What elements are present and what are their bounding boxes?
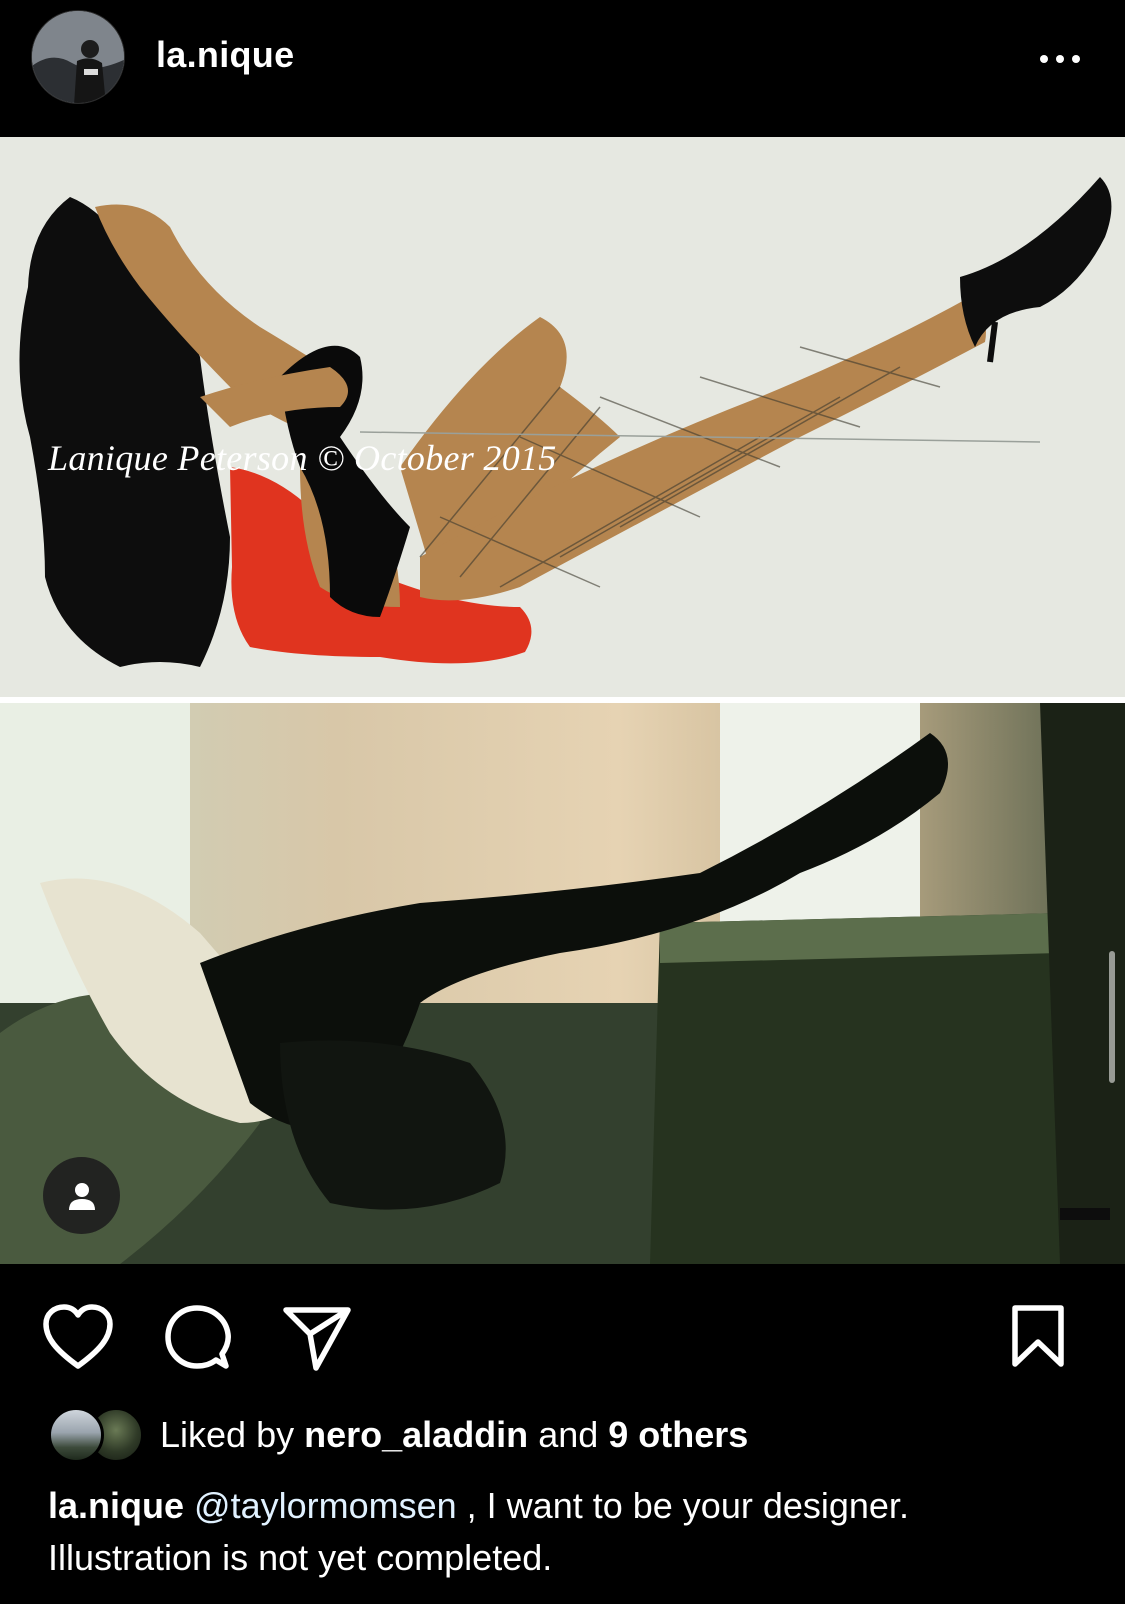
tagged-people-button[interactable] (43, 1157, 120, 1234)
person-icon (69, 1183, 95, 1210)
liker-avatars (48, 1407, 144, 1463)
bookmark-icon (1012, 1305, 1064, 1367)
post-header: la.nique (0, 0, 1125, 137)
likes-prefix: Liked by (160, 1414, 295, 1455)
likes-others[interactable]: 9 others (608, 1414, 748, 1456)
save-button[interactable] (1010, 1304, 1066, 1368)
like-button[interactable] (42, 1304, 114, 1370)
caption-text: , I want to be your designer. (456, 1485, 909, 1526)
post-media[interactable]: Lanique Peterson © October 2015 (0, 137, 1125, 1264)
share-icon (283, 1307, 351, 1371)
post-actions (0, 1264, 1125, 1404)
liker-avatar (48, 1407, 104, 1463)
image-watermark: Lanique Peterson © October 2015 (48, 438, 557, 478)
more-horizontal-icon (1040, 55, 1080, 63)
heart-icon (43, 1304, 113, 1369)
post-username[interactable]: la.nique (156, 34, 294, 76)
feed-scrollbar[interactable] (1109, 951, 1115, 1083)
caption-text-line2: Illustration is not yet completed. (48, 1537, 553, 1578)
profile-avatar[interactable] (31, 10, 125, 104)
illustration-image: Lanique Peterson © October 2015 (0, 137, 1125, 697)
caption-mention[interactable]: @taylormomsen (194, 1485, 457, 1526)
likes-user[interactable]: nero_aladdin (304, 1414, 528, 1456)
likes-and: and (538, 1414, 599, 1455)
caption-username[interactable]: la.nique (48, 1485, 184, 1526)
post-caption: la.nique @taylormomsen , I want to be yo… (48, 1480, 1088, 1584)
comment-icon (165, 1305, 231, 1369)
more-options-button[interactable] (1036, 38, 1088, 78)
likes-summary[interactable]: Liked by nero_aladdin and 9 others (48, 1405, 748, 1465)
comment-button[interactable] (164, 1304, 232, 1372)
photo-image (0, 703, 1125, 1264)
share-button[interactable] (282, 1304, 352, 1372)
